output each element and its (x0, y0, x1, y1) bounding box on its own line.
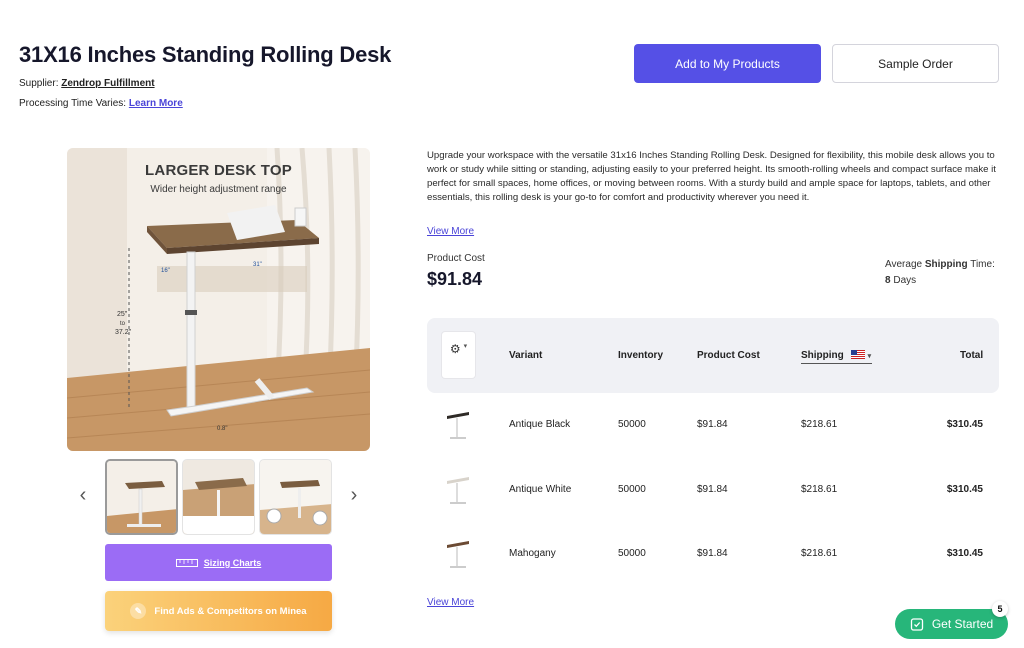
gear-icon: ⚙ (449, 342, 461, 356)
variant-name: Antique White (509, 484, 572, 495)
minea-label: Find Ads & Competitors on Minea (154, 605, 307, 617)
desk-thumb-icon (260, 460, 331, 534)
header-product-cost: Product Cost (697, 350, 760, 361)
learn-more-link[interactable]: Learn More (129, 98, 183, 109)
base-height-label: 0.8" (217, 426, 227, 432)
product-cost-value: $91.84 (427, 269, 483, 289)
add-to-my-products-button[interactable]: Add to My Products (634, 44, 821, 83)
sizing-charts-label: Sizing Charts (203, 557, 262, 568)
table-row[interactable]: Antique Black 50000 $91.84 $218.61 $310.… (427, 398, 999, 453)
table-row[interactable]: Antique White 50000 $91.84 $218.61 $310.… (427, 463, 999, 518)
clipboard-check-icon (910, 618, 923, 631)
desk-thumb-icon (107, 461, 176, 533)
minea-logo-icon: ✎ (130, 603, 147, 619)
sizing-charts-button[interactable]: Sizing Charts (105, 544, 332, 581)
header-variant: Variant (509, 350, 543, 361)
product-description: Upgrade your workspace with the versatil… (427, 150, 996, 203)
header-inventory: Inventory (618, 350, 664, 361)
column-settings-button[interactable]: ⚙ ▾ (442, 332, 475, 378)
image-subheading: Wider height adjustment range (150, 184, 287, 195)
table-row[interactable]: Mahogany 50000 $91.84 $218.61 $310.45 (427, 527, 999, 582)
avg-shipping-days: 8 Days (885, 275, 916, 286)
description-view-more-link[interactable]: View More (427, 226, 474, 237)
ruler-icon (175, 558, 198, 567)
chevron-down-icon: ▾ (463, 343, 468, 350)
variant-cost: $91.84 (697, 419, 728, 430)
variant-total: $310.45 (946, 484, 983, 495)
variants-view-more-link[interactable]: View More (427, 597, 474, 608)
desk-thumb-icon (183, 460, 254, 534)
avg-suffix: Time: (967, 259, 995, 270)
variant-name: Antique Black (509, 419, 571, 430)
variant-thumbnail (447, 412, 469, 439)
us-flag-icon (850, 350, 865, 359)
avg-shipping-label: Average Shipping Time: (885, 259, 999, 270)
thumbnail-1[interactable] (105, 459, 178, 535)
variant-inventory: 50000 (618, 419, 646, 430)
variant-inventory: 50000 (618, 548, 646, 559)
variant-total: $310.45 (946, 419, 983, 430)
variant-name: Mahogany (509, 548, 556, 559)
supplier-prefix: Supplier: (19, 78, 62, 89)
variant-cost: $91.84 (697, 484, 728, 495)
thumbnail-3[interactable] (259, 459, 332, 535)
minea-button[interactable]: ✎ Find Ads & Competitors on Minea (105, 591, 332, 631)
chevron-right-icon[interactable]: › (344, 484, 364, 507)
variant-shipping: $218.61 (801, 484, 838, 495)
notification-badge: 5 (992, 601, 1008, 617)
avg-bold: Shipping (924, 259, 968, 270)
height-to-label: to (120, 321, 126, 327)
variant-shipping: $218.61 (801, 548, 838, 559)
variant-thumbnail (447, 541, 469, 568)
processing-line: Processing Time Varies: Learn More (19, 98, 183, 109)
sample-order-button[interactable]: Sample Order (832, 44, 999, 83)
variant-thumbnail (447, 477, 469, 504)
chevron-down-icon: ▾ (867, 353, 872, 360)
depth-label: 16" (161, 268, 170, 274)
days-unit: Days (890, 275, 917, 286)
supplier-line: Supplier: Zendrop Fulfillment (19, 78, 155, 89)
supplier-link[interactable]: Zendrop Fulfillment (61, 78, 154, 89)
shipping-country-selector[interactable]: Shipping ▾ (801, 350, 872, 364)
get-started-button[interactable]: Get Started (895, 609, 1008, 639)
chevron-left-icon[interactable]: ‹ (73, 484, 93, 507)
image-heading: LARGER DESK TOP (145, 162, 292, 179)
variant-shipping: $218.61 (801, 419, 838, 430)
header-total: Total (960, 350, 984, 361)
width-label: 31" (253, 262, 262, 268)
avg-prefix: Average (885, 259, 925, 270)
variant-total: $310.45 (946, 548, 983, 559)
thumbnail-2[interactable] (182, 459, 255, 535)
header-shipping: Shipping (801, 350, 844, 361)
product-cost-label: Product Cost (427, 253, 485, 264)
main-product-image: 25" to 37.2" 31" 16" 0.8" LARGER DESK TO… (67, 148, 370, 451)
get-started-label: Get Started (931, 617, 994, 631)
product-title: 31X16 Inches Standing Rolling Desk (19, 42, 392, 67)
variant-inventory: 50000 (618, 484, 646, 495)
height-max-label: 37.2" (115, 329, 132, 336)
variant-cost: $91.84 (697, 548, 728, 559)
processing-prefix: Processing Time Varies: (19, 98, 129, 109)
height-min-label: 25" (117, 311, 128, 318)
